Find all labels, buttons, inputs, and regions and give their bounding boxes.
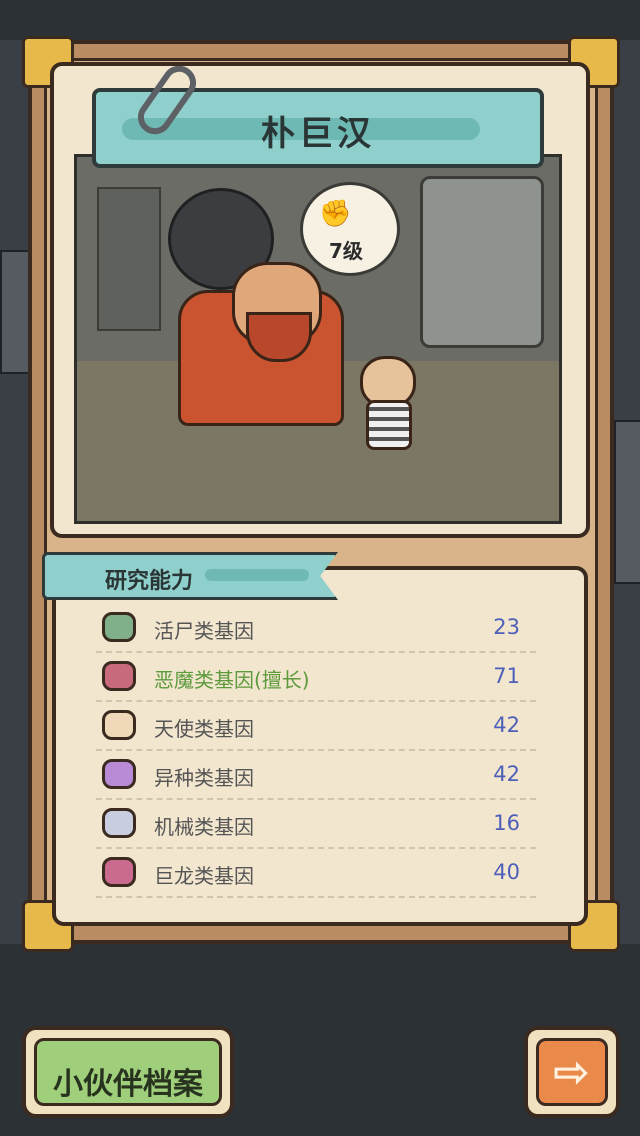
gene-value: 71: [493, 664, 520, 688]
zombie-icon: [102, 612, 136, 642]
vault-door: [420, 176, 544, 348]
gene-value: 16: [493, 811, 520, 835]
gene-row-demon: 恶魔类基因(擅长) 71: [96, 653, 536, 702]
alien-icon: [102, 759, 136, 789]
gene-row-alien: 异种类基因 42: [96, 751, 536, 800]
gene-list: 活尸类基因 23 恶魔类基因(擅长) 71 天使类基因 42 异种类基因 42 …: [96, 604, 536, 898]
dragon-icon: [102, 857, 136, 887]
gene-label: 天使类基因: [154, 717, 254, 741]
prisoner-body: [366, 400, 412, 450]
gene-row-robot: 机械类基因 16: [96, 800, 536, 849]
gene-value: 42: [493, 762, 520, 786]
gene-value: 40: [493, 860, 520, 884]
gene-row-angel: 天使类基因 42: [96, 702, 536, 751]
level-bubble: ✊ 7级: [300, 182, 400, 276]
gene-label: 活尸类基因: [154, 619, 254, 643]
partner-archive-button[interactable]: 小伙伴档案: [22, 1026, 234, 1118]
wall-tile: [97, 187, 161, 331]
arrow-right-icon: ⇨: [553, 1047, 590, 1098]
gene-label: 巨龙类基因: [154, 864, 254, 888]
angel-icon: [102, 710, 136, 740]
gene-row-zombie: 活尸类基因 23: [96, 604, 536, 653]
gene-label: 异种类基因: [154, 766, 254, 790]
background-pipe: [0, 250, 30, 374]
small-prisoner-sprite: [356, 356, 416, 450]
button-face: ⇨: [536, 1038, 608, 1106]
character-level: 7级: [329, 239, 363, 263]
background-top: [0, 0, 640, 40]
gene-value: 42: [493, 713, 520, 737]
button-face: 小伙伴档案: [34, 1038, 222, 1106]
demon-icon: [102, 661, 136, 691]
background-pipe: [614, 420, 640, 584]
partner-archive-label: 小伙伴档案: [53, 1067, 203, 1102]
robot-icon: [102, 808, 136, 838]
next-button[interactable]: ⇨: [524, 1026, 620, 1118]
research-header: 研究能力: [42, 552, 338, 600]
gene-row-dragon: 巨龙类基因 40: [96, 849, 536, 898]
research-title: 研究能力: [105, 569, 194, 594]
gene-label: 机械类基因: [154, 815, 254, 839]
gene-label: 恶魔类基因(擅长): [154, 668, 310, 692]
header-shine: [205, 569, 309, 581]
fist-icon: ✊: [319, 199, 352, 229]
gene-value: 23: [493, 615, 520, 639]
